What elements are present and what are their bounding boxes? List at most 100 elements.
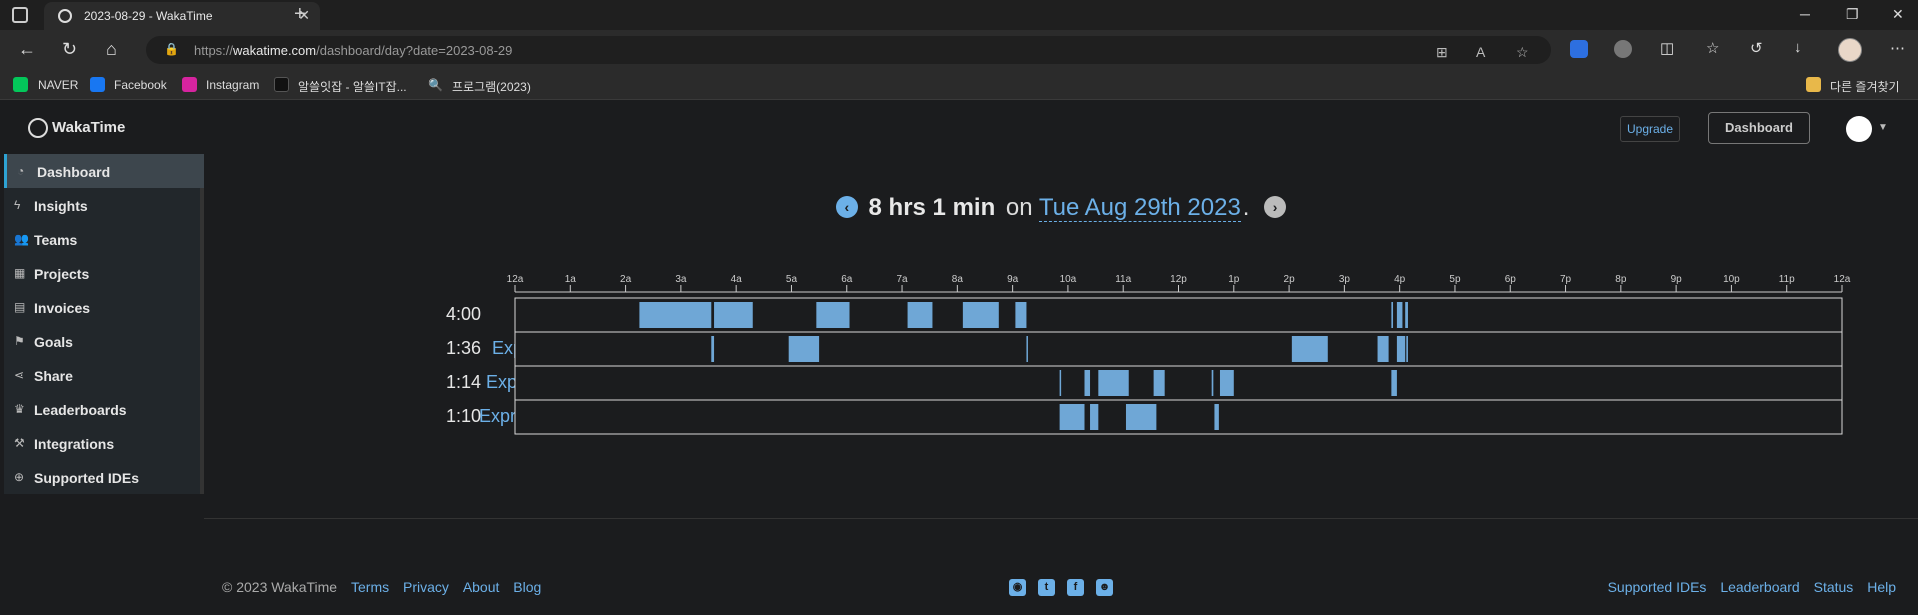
- bookmark-instagram[interactable]: Instagram: [206, 78, 259, 92]
- timeline-block[interactable]: [1015, 302, 1027, 328]
- footer-link-leaderboard[interactable]: Leaderboard: [1720, 579, 1799, 595]
- sidebar-item-projects[interactable]: ▦ Projects: [4, 256, 204, 290]
- minimize-icon[interactable]: ─: [1800, 6, 1810, 22]
- timeline-block[interactable]: [1098, 370, 1129, 396]
- tab-title: 2023-08-29 - WakaTime: [84, 9, 213, 23]
- sidebar-item-leaderboards[interactable]: ♛ Leaderboards: [4, 392, 204, 426]
- sidebar-item-label: Projects: [34, 266, 90, 282]
- timeline-block[interactable]: [1396, 302, 1403, 328]
- home-icon[interactable]: ⌂: [106, 39, 117, 60]
- timeline-block[interactable]: [1084, 370, 1091, 396]
- timeline-block[interactable]: [1125, 404, 1157, 430]
- timeline-block[interactable]: [711, 336, 715, 362]
- footer-link-supported-ides[interactable]: Supported IDEs: [1608, 579, 1707, 595]
- footer: © 2023 WakaTime Terms Privacy About Blog…: [204, 519, 1918, 615]
- sidebar-item-integrations[interactable]: ⚒ Integrations: [4, 426, 204, 460]
- split-screen-icon[interactable]: ◫: [1660, 39, 1674, 57]
- upgrade-button[interactable]: Upgrade: [1620, 116, 1680, 142]
- timeline-block[interactable]: [1377, 336, 1389, 362]
- timeline-block[interactable]: [1153, 370, 1165, 396]
- reddit-icon[interactable]: ☻: [1096, 579, 1113, 596]
- favorite-star-icon[interactable]: ☆: [1516, 44, 1529, 61]
- timeline-block[interactable]: [1059, 404, 1085, 430]
- browser-tab[interactable]: 2023-08-29 - WakaTime ✕: [44, 2, 320, 30]
- timeline-block[interactable]: [1214, 404, 1219, 430]
- sidebar-item-label: Goals: [34, 334, 73, 350]
- logo-text[interactable]: WakaTime: [52, 119, 125, 136]
- bookmark-facebook[interactable]: Facebook: [114, 78, 167, 92]
- sidebar-item-label: Insights: [34, 198, 88, 214]
- timeline-block[interactable]: [816, 302, 850, 328]
- bookmark-program[interactable]: 프로그램(2023): [452, 78, 531, 95]
- sidebar-item-teams[interactable]: 👥 Teams: [4, 222, 204, 256]
- more-menu-icon[interactable]: ⋯: [1890, 39, 1905, 57]
- footer-link-terms[interactable]: Terms: [351, 579, 389, 595]
- refresh-icon[interactable]: ↻: [62, 39, 77, 60]
- twitter-icon[interactable]: t: [1038, 579, 1055, 596]
- restore-icon[interactable]: ❐: [1846, 6, 1859, 23]
- timeline-block[interactable]: [1406, 336, 1408, 362]
- timeline-block[interactable]: [1059, 370, 1062, 396]
- timeline-block[interactable]: [907, 302, 933, 328]
- x-tick-label: 11p: [1779, 274, 1795, 285]
- x-tick-label: 10a: [1060, 274, 1077, 285]
- read-aloud-icon[interactable]: A: [1476, 44, 1485, 60]
- x-tick-label: 11a: [1115, 274, 1131, 285]
- sidebar-item-invoices[interactable]: ▤ Invoices: [4, 290, 204, 324]
- file-icon: ▤: [14, 300, 26, 314]
- wakatime-logo-icon[interactable]: [28, 118, 48, 138]
- timeline-block[interactable]: [639, 302, 712, 328]
- previous-day-icon[interactable]: ‹: [835, 196, 858, 218]
- footer-link-about[interactable]: About: [463, 579, 500, 595]
- browser-profile-avatar[interactable]: [1838, 38, 1862, 62]
- footer-link-privacy[interactable]: Privacy: [403, 579, 449, 595]
- address-bar[interactable]: 🔒 https://wakatime.com/dashboard/day?dat…: [146, 36, 1551, 64]
- timeline-block[interactable]: [1090, 404, 1099, 430]
- timeline-block[interactable]: [962, 302, 999, 328]
- favorites-icon[interactable]: ☆: [1706, 39, 1719, 57]
- x-tick-label: 9a: [1007, 274, 1019, 285]
- next-day-icon[interactable]: ›: [1264, 196, 1287, 218]
- bitwarden-extension-icon[interactable]: [1570, 40, 1588, 58]
- sidebar-item-supported-ides[interactable]: ⊕ Supported IDEs: [4, 460, 204, 494]
- date-dot: .: [1242, 194, 1250, 221]
- caret-down-icon[interactable]: ▼: [1878, 122, 1888, 133]
- timeline-block[interactable]: [1291, 336, 1328, 362]
- history-icon[interactable]: ↺: [1750, 39, 1763, 57]
- footer-link-status[interactable]: Status: [1814, 579, 1854, 595]
- dashboard-button[interactable]: Dashboard: [1708, 112, 1810, 144]
- window-menu-icon[interactable]: [12, 7, 28, 23]
- bookmark-naver[interactable]: NAVER: [38, 78, 78, 92]
- plus-circle-icon: ⊕: [14, 470, 25, 484]
- sidebar-item-insights[interactable]: ϟ Insights: [4, 188, 204, 222]
- sidebar-item-goals[interactable]: ⚑ Goals: [4, 324, 204, 358]
- close-window-icon[interactable]: ✕: [1892, 6, 1904, 23]
- timeline-block[interactable]: [1026, 336, 1028, 362]
- extension-icon[interactable]: [1614, 40, 1632, 58]
- sidebar-item-label: Share: [34, 368, 73, 384]
- sidebar-item-dashboard[interactable]: ◔ Dashboard: [4, 154, 204, 188]
- github-icon[interactable]: ◉: [1009, 579, 1026, 596]
- sidebar-item-share[interactable]: ⋖ Share: [4, 358, 204, 392]
- date-picker[interactable]: Tue Aug 29th 2023: [1038, 194, 1241, 222]
- timeline-block[interactable]: [1396, 336, 1406, 362]
- downloads-icon[interactable]: ↓: [1794, 39, 1802, 56]
- bookmark-site[interactable]: 알쓸잇잡 - 알쓸IT잡...: [298, 78, 407, 95]
- other-bookmarks[interactable]: 다른 즐겨찾기: [1830, 78, 1900, 95]
- timeline-block[interactable]: [1391, 370, 1397, 396]
- timeline-block[interactable]: [788, 336, 820, 362]
- timeline-block[interactable]: [1391, 302, 1394, 328]
- timeline-block[interactable]: [1219, 370, 1234, 396]
- timeline-block[interactable]: [714, 302, 753, 328]
- app-available-icon[interactable]: ⊞: [1436, 44, 1448, 61]
- timeline-block[interactable]: [1211, 370, 1214, 396]
- new-tab-icon[interactable]: +: [294, 3, 306, 26]
- user-avatar[interactable]: [1846, 116, 1872, 142]
- search-icon: 🔍: [428, 78, 443, 92]
- timeline-block[interactable]: [1405, 302, 1408, 328]
- footer-link-blog[interactable]: Blog: [513, 579, 541, 595]
- x-tick-label: 12a: [507, 274, 524, 285]
- footer-link-help[interactable]: Help: [1867, 579, 1896, 595]
- back-icon[interactable]: ←: [18, 39, 36, 60]
- facebook-icon[interactable]: f: [1067, 579, 1084, 596]
